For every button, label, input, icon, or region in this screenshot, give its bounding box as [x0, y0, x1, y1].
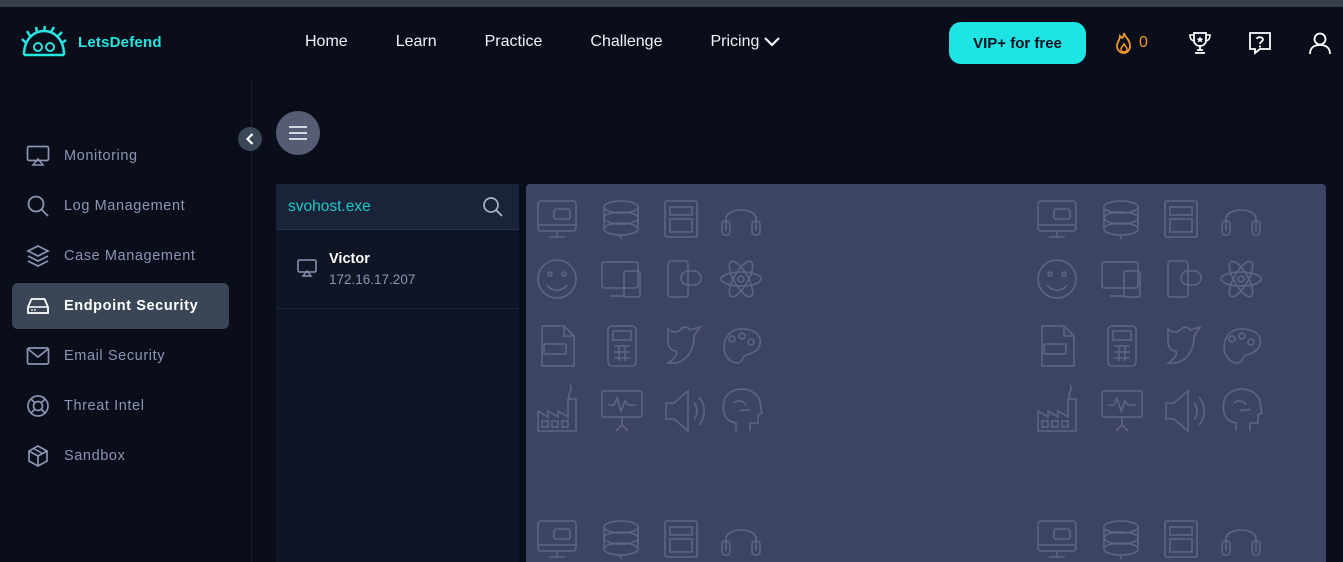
- sidebar-item-email-security[interactable]: Email Security: [12, 333, 229, 379]
- nav-home[interactable]: Home: [305, 33, 348, 51]
- streak-count: 0: [1139, 34, 1148, 51]
- logo[interactable]: LetsDefend: [20, 25, 162, 59]
- logo-text: LetsDefend: [78, 33, 162, 51]
- lifebuoy-icon: [27, 395, 49, 417]
- fire-icon: [1116, 32, 1131, 54]
- hamburger-icon: [289, 126, 307, 140]
- search-icon-svg: [483, 197, 503, 217]
- endpoint-name: Victor: [329, 251, 370, 267]
- help-icon[interactable]: [1246, 29, 1274, 57]
- user-icon-svg: [1309, 32, 1331, 55]
- sidebar-item-sandbox[interactable]: Sandbox: [12, 433, 229, 479]
- nav-learn[interactable]: Learn: [396, 33, 437, 51]
- chevron-down-icon: [764, 37, 781, 47]
- desktop-icon-svg: [297, 259, 317, 277]
- window-top-strip: [0, 0, 1343, 7]
- sidebar-item-log-management[interactable]: Log Management: [12, 183, 229, 229]
- sidebar: Monitoring Log Management Case Managemen…: [0, 79, 252, 562]
- box-icon: [28, 445, 48, 467]
- endpoint-ip: 172.16.17.207: [329, 272, 416, 287]
- hedgehog-logo-icon: [21, 25, 67, 57]
- sidebar-item-endpoint-security[interactable]: Endpoint Security: [12, 283, 229, 329]
- nav-pricing-label: Pricing: [710, 33, 760, 50]
- sidebar-item-label: Monitoring: [64, 148, 138, 164]
- user-profile-icon[interactable]: [1306, 29, 1334, 57]
- nav-challenge[interactable]: Challenge: [590, 33, 662, 51]
- sidebar-item-label: Sandbox: [64, 448, 126, 464]
- sidebar-item-case-management[interactable]: Case Management: [12, 233, 229, 279]
- mail-icon: [26, 347, 50, 365]
- sidebar-item-label: Threat Intel: [64, 398, 145, 414]
- trophy-icon[interactable]: [1186, 29, 1214, 57]
- top-navbar: LetsDefend Home Learn Practice Challenge…: [0, 7, 1343, 79]
- help-icon-svg: [1249, 32, 1271, 55]
- empty-state-pattern-panel: [526, 184, 1326, 562]
- sidebar-item-label: Log Management: [64, 198, 186, 214]
- doodle-fill: [526, 184, 1326, 562]
- sidebar-item-label: Email Security: [64, 348, 166, 364]
- nav-practice[interactable]: Practice: [485, 33, 543, 51]
- endpoint-search-box: [276, 184, 519, 230]
- background-icon-pattern: [526, 184, 1326, 562]
- search-icon[interactable]: [482, 196, 504, 223]
- streak-counter[interactable]: 0: [1113, 31, 1148, 55]
- hard-drive-icon: [27, 298, 49, 314]
- nav-pricing[interactable]: Pricing: [710, 33, 781, 51]
- endpoint-row[interactable]: Victor 172.16.17.207: [276, 230, 519, 309]
- desktop-icon: [297, 259, 317, 282]
- endpoint-search-input[interactable]: [288, 196, 478, 218]
- chevron-left-icon: [245, 133, 254, 145]
- sidebar-item-monitoring[interactable]: Monitoring: [12, 133, 229, 179]
- hamburger-menu-button[interactable]: [276, 111, 320, 155]
- search-icon: [27, 195, 49, 217]
- main-nav: Home Learn Practice Challenge Pricing: [305, 33, 781, 51]
- sidebar-item-label: Endpoint Security: [64, 298, 199, 314]
- sidebar-item-threat-intel[interactable]: Threat Intel: [12, 383, 229, 429]
- vip-free-button[interactable]: VIP+ for free: [949, 22, 1086, 64]
- endpoint-list-panel: Victor 172.16.17.207: [276, 184, 519, 562]
- monitor-icon: [26, 145, 50, 166]
- layers-icon: [26, 245, 50, 267]
- trophy-icon-svg: [1189, 32, 1211, 54]
- sidebar-collapse-button[interactable]: [238, 127, 262, 151]
- sidebar-item-label: Case Management: [64, 248, 196, 264]
